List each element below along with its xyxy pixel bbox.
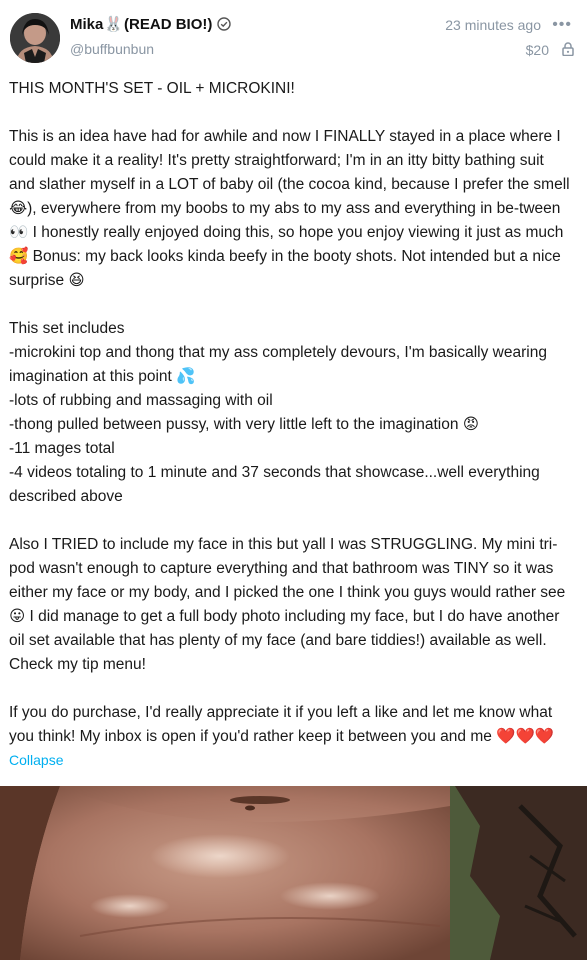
author-name-suffix[interactable]: (READ BIO!) (124, 16, 212, 33)
lock-icon (562, 42, 574, 61)
avatar[interactable] (10, 13, 60, 63)
post-timestamp[interactable]: 23 minutes ago (445, 17, 541, 33)
post-text-paragraph: If you do purchase, I'd really appreciat… (9, 704, 555, 745)
author-name-text[interactable]: Mika (70, 16, 103, 33)
post-text-line: -thong pulled between pussy, with very l… (9, 416, 479, 433)
post-text-spacer (9, 677, 574, 701)
post-text-spacer (9, 509, 574, 533)
post-text-spacer (9, 101, 574, 125)
post-text: THIS MONTH'S SET - OIL + MICROKINI! This… (9, 77, 574, 749)
more-options-icon[interactable]: ••• (552, 16, 572, 34)
post-text-line: This set includes (9, 320, 125, 337)
post-text-line: -microkini top and thong that my ass com… (9, 344, 547, 385)
post-text-spacer (9, 293, 574, 317)
post-text-line: -4 videos totaling to 1 minute and 37 se… (9, 464, 540, 505)
post-text-paragraph: This is an idea have had for awhile and … (9, 128, 570, 289)
author-handle[interactable]: @buffbunbun (70, 41, 154, 57)
post-text-paragraph: Also I TRIED to include my face in this … (9, 536, 566, 673)
post-text-line: -11 mages total (9, 440, 115, 457)
post-text-line: -lots of rubbing and massaging with oil (9, 392, 273, 409)
post-price: $20 (525, 42, 549, 58)
author-name[interactable]: Mika 🐰 (READ BIO!) (70, 15, 232, 33)
post-header: Mika 🐰 (READ BIO!) @buffbunbun 23 minute… (0, 0, 587, 74)
verified-icon (217, 17, 232, 31)
post-media-image[interactable] (0, 786, 587, 960)
post-text-line: THIS MONTH'S SET - OIL + MICROKINI! (9, 80, 295, 97)
bunny-emoji: 🐰 (104, 16, 124, 33)
collapse-link[interactable]: Collapse (9, 752, 63, 768)
